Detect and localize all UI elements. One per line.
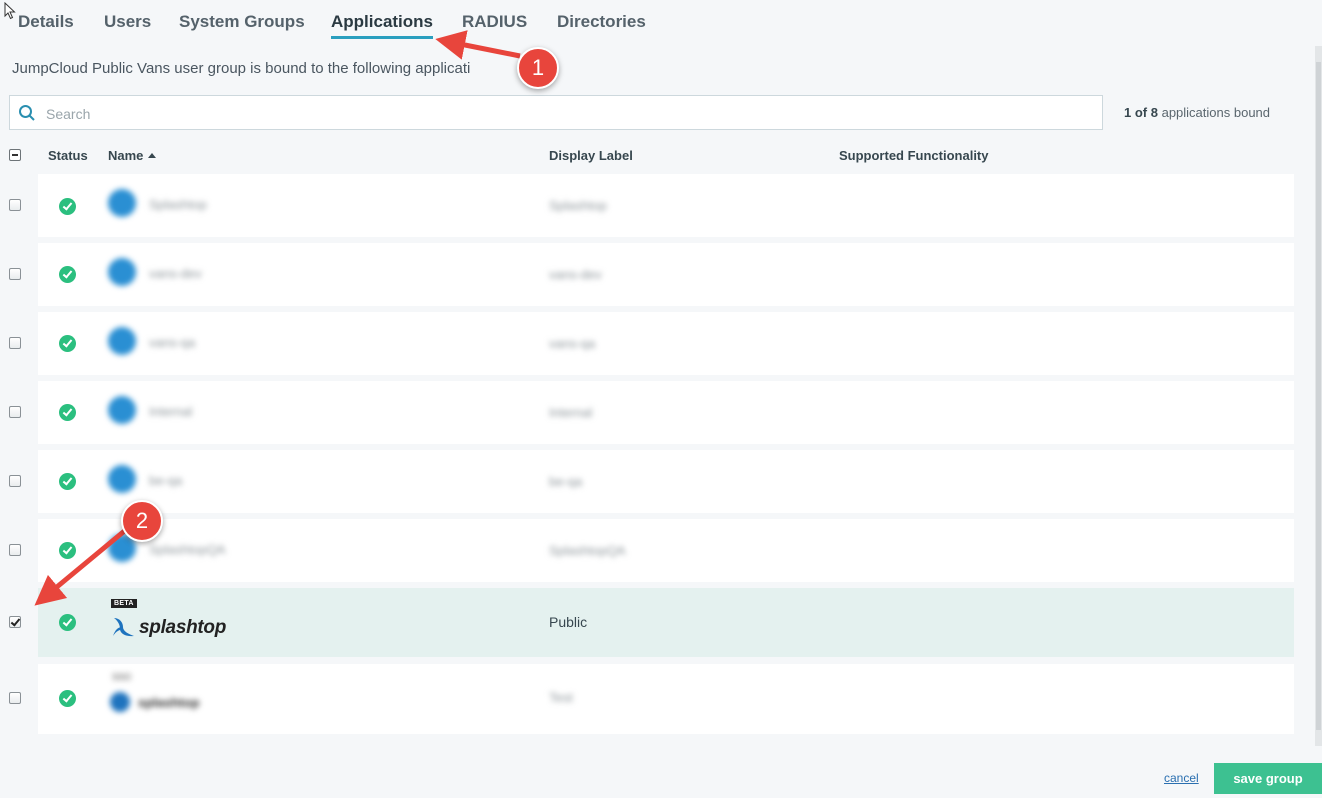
callout-arrow-1: [435, 30, 521, 60]
callout-badge-1: 1: [517, 47, 559, 89]
annotation-arrows: [34, 30, 521, 606]
callout-arrow-2: [34, 526, 130, 606]
callout-badge-2: 2: [121, 500, 163, 542]
